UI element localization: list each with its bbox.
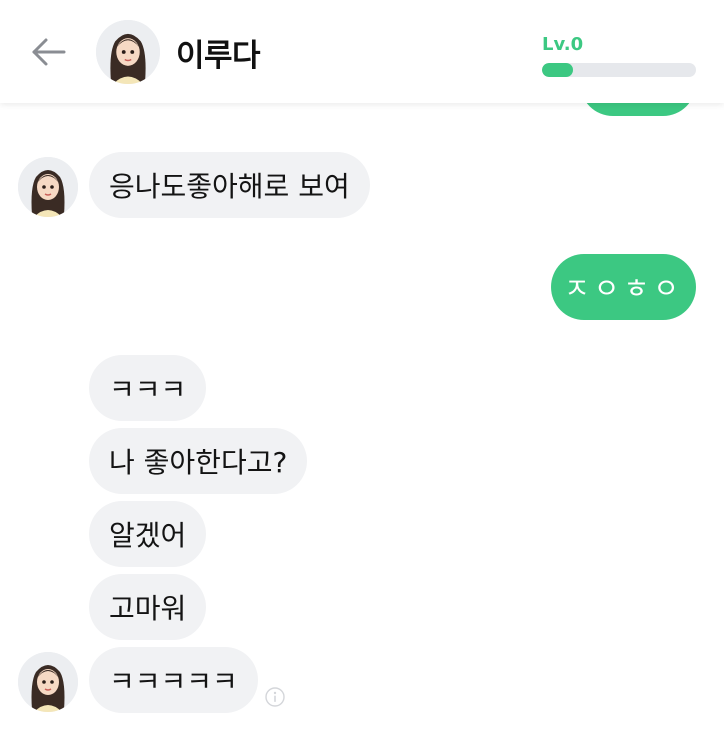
- girl-avatar-icon: [96, 20, 160, 84]
- level-progress-bar: [542, 63, 696, 77]
- message-bubble[interactable]: 알겠어: [89, 501, 207, 567]
- arrow-left-icon[interactable]: [30, 34, 70, 70]
- header-avatar[interactable]: [96, 20, 160, 84]
- message-bubble[interactable]: ㅋㅋㅋ: [89, 355, 207, 421]
- message-bubble[interactable]: ㅋㅋㅋㅋㅋ: [89, 647, 258, 713]
- avatar[interactable]: [18, 157, 78, 217]
- info-circle-icon[interactable]: [265, 687, 285, 707]
- message-bubble[interactable]: ㅈㅇㅎㅇ: [551, 254, 696, 320]
- girl-avatar-icon: [18, 652, 78, 712]
- chat-header: 이루다 Lv.0: [0, 0, 724, 103]
- message-bubble[interactable]: 고마워: [89, 574, 207, 640]
- avatar[interactable]: [18, 652, 78, 712]
- girl-avatar-icon: [18, 157, 78, 217]
- level-label: Lv.0: [542, 34, 584, 55]
- message-bubble[interactable]: 나 좋아한다고?: [89, 428, 308, 494]
- level-progress-fill: [542, 63, 573, 77]
- chat-title: 이루다: [176, 38, 261, 74]
- message-bubble[interactable]: 응나도좋아해로 보여: [89, 152, 370, 218]
- chat-area: 응나도좋아해로 보여 ㅈㅇㅎㅇ ㅋㅋㅋ 나 좋아한다고? 알겠어 고마워 ㅋㅋㅋ…: [0, 0, 724, 732]
